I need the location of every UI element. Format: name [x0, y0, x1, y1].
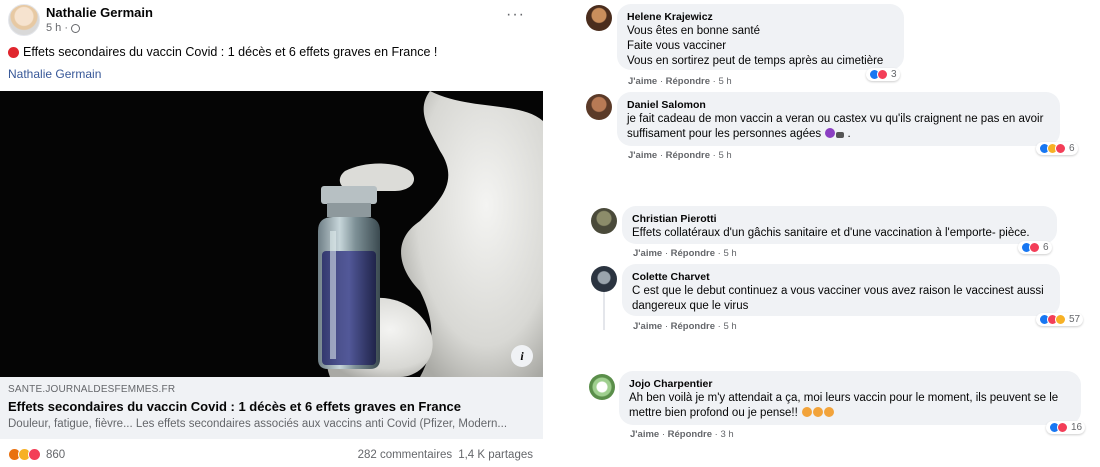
comment-reaction-count: 6	[1069, 143, 1075, 154]
red-dot-icon	[8, 46, 19, 58]
post-reactions[interactable]: 860	[8, 448, 65, 461]
comment-time[interactable]: 5 h	[718, 76, 731, 87]
comment-actions: J'aime · Répondre · 5 h	[633, 248, 737, 259]
like-button[interactable]: J'aime	[633, 248, 662, 259]
reply-button[interactable]: Répondre	[668, 429, 712, 440]
comment-text-line: mettre bien profond ou je pense!!	[629, 406, 1071, 421]
comment-text: mettre bien profond ou je pense!!	[629, 407, 798, 419]
reply-button[interactable]: Répondre	[671, 248, 715, 259]
comment-reactions[interactable]: 57	[1036, 313, 1084, 326]
purple-heart-icon	[825, 128, 836, 138]
comment-bubble: Daniel Salomon je fait cadeau de mon vac…	[617, 92, 1060, 146]
post-image[interactable]: i	[0, 91, 543, 377]
comment-text: Faite vous vacciner	[627, 40, 727, 52]
avatar[interactable]	[591, 208, 617, 234]
comment-time[interactable]: 5 h	[723, 248, 736, 259]
link-preview-card[interactable]: SANTE.JOURNALDESFEMMES.FR Effets seconda…	[0, 377, 543, 439]
avatar[interactable]	[589, 374, 615, 400]
comment-bubble: Christian Pierotti Effets collatéraux d'…	[622, 206, 1057, 244]
comment-actions: J'aime · Répondre · 5 h	[628, 76, 732, 87]
post-time-label: 5 h ·	[46, 22, 69, 34]
love-reaction-icon	[877, 69, 888, 80]
love-reaction-icon	[1055, 143, 1066, 154]
post-time[interactable]: 5 h ·	[46, 21, 153, 35]
comment-bubble: Jojo Charpentier Ah ben voilà je m'y att…	[619, 371, 1081, 425]
reply-button[interactable]: Répondre	[666, 76, 710, 87]
reaction-count: 860	[46, 448, 66, 461]
like-button[interactable]: J'aime	[628, 150, 657, 161]
post-link-name[interactable]: Nathalie Germain	[8, 67, 101, 81]
comment-actions: J'aime · Répondre · 3 h	[630, 429, 734, 440]
comment-text: Ah ben voilà je m'y attendait a ça, moi …	[629, 392, 1059, 404]
comment-bubble: Helene Krajewicz Vous êtes en bonne sant…	[617, 4, 904, 70]
reply-button[interactable]: Répondre	[666, 150, 710, 161]
link-domain: SANTE.JOURNALDESFEMMES.FR	[8, 384, 176, 395]
comments-count[interactable]: 282 commentaires	[358, 449, 453, 461]
comment-time[interactable]: 5 h	[723, 321, 736, 332]
sunglasses-emoji-icon	[836, 132, 845, 138]
haha-reaction-icon	[1055, 314, 1066, 325]
comment-text: Vous en sortirez peut de temps après au …	[627, 55, 884, 67]
angry-emoji-icon	[823, 407, 834, 417]
comment-author[interactable]: Colette Charvet	[632, 270, 1050, 284]
info-icon[interactable]: i	[511, 345, 533, 367]
comment-reactions[interactable]: 6	[1018, 241, 1052, 254]
comment-reaction-count: 3	[891, 69, 897, 80]
comment-author[interactable]: Helene Krajewicz	[627, 10, 894, 24]
comment-reaction-count: 16	[1071, 422, 1083, 433]
avatar[interactable]	[591, 266, 617, 292]
post-text-content: Effets secondaires du vaccin Covid : 1 d…	[23, 45, 438, 59]
angry-emoji-icon	[812, 407, 823, 417]
love-reaction-icon	[28, 448, 41, 461]
globe-icon	[71, 23, 81, 33]
post-stats: 282 commentaires 1,4 K partages	[358, 449, 533, 461]
comment-reactions[interactable]: 6	[1036, 142, 1078, 155]
comment-reactions[interactable]: 3	[866, 68, 900, 81]
comment-actions: J'aime · Répondre · 5 h	[628, 150, 732, 161]
link-description: Douleur, fatigue, fièvre... Les effets s…	[8, 418, 508, 430]
post-header: Nathalie Germain 5 h ·	[8, 4, 153, 36]
link-title[interactable]: Effets secondaires du vaccin Covid : 1 d…	[8, 398, 535, 416]
comment-text: suffisament pour les personnes agées	[627, 128, 822, 140]
post-text: Effets secondaires du vaccin Covid : 1 d…	[8, 45, 437, 59]
comment-author[interactable]: Daniel Salomon	[627, 98, 1050, 112]
comment-author[interactable]: Christian Pierotti	[632, 212, 1047, 226]
post-footer: 860 282 commentaires 1,4 K partages	[8, 448, 533, 461]
avatar[interactable]	[586, 5, 612, 31]
comment-text: Vous êtes en bonne santé	[627, 25, 760, 37]
reply-thread-line	[603, 290, 605, 330]
angry-emoji-icon	[801, 407, 812, 417]
comment-time[interactable]: 5 h	[718, 150, 731, 161]
comment-text: C est que le debut continuez a vous vacc…	[632, 285, 1044, 297]
vaccine-vial-photo	[0, 91, 543, 377]
comment-reaction-count: 6	[1043, 242, 1049, 253]
comment-time[interactable]: 3 h	[720, 429, 733, 440]
comment-actions: J'aime · Répondre · 5 h	[633, 321, 737, 332]
comment-text: dangereux que le virus	[632, 300, 749, 312]
reply-button[interactable]: Répondre	[671, 321, 715, 332]
post: Nathalie Germain 5 h · ··· Effets second…	[0, 0, 545, 467]
like-button[interactable]: J'aime	[630, 429, 659, 440]
shares-count[interactable]: 1,4 K partages	[458, 449, 533, 461]
comment-text: Effets collatéraux d'un gâchis sanitaire…	[632, 227, 1030, 239]
comment-text: je fait cadeau de mon vaccin a veran ou …	[627, 113, 1044, 125]
love-reaction-icon	[1029, 242, 1040, 253]
more-options-button[interactable]: ···	[506, 6, 525, 24]
avatar[interactable]	[586, 94, 612, 120]
love-reaction-icon	[1057, 422, 1068, 433]
like-button[interactable]: J'aime	[633, 321, 662, 332]
comment-reactions[interactable]: 16	[1046, 421, 1086, 434]
comment-author[interactable]: Jojo Charpentier	[629, 377, 1071, 391]
comment-reaction-count: 57	[1069, 314, 1081, 325]
comment-text-line: suffisament pour les personnes agées .	[627, 128, 851, 140]
post-meta: Nathalie Germain 5 h ·	[46, 5, 153, 35]
post-author[interactable]: Nathalie Germain	[46, 5, 153, 21]
comment-bubble: Colette Charvet C est que le debut conti…	[622, 264, 1060, 316]
like-button[interactable]: J'aime	[628, 76, 657, 87]
avatar[interactable]	[8, 4, 40, 36]
